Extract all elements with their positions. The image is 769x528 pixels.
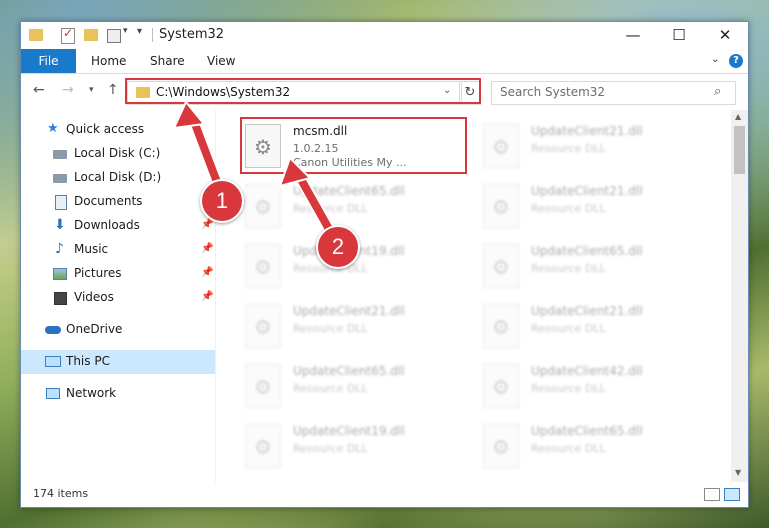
arrow-1-head: [172, 100, 206, 130]
annotation-arrows: [172, 100, 340, 241]
step-2-badge: 2: [316, 225, 360, 269]
step-1-badge: 1: [200, 179, 244, 223]
